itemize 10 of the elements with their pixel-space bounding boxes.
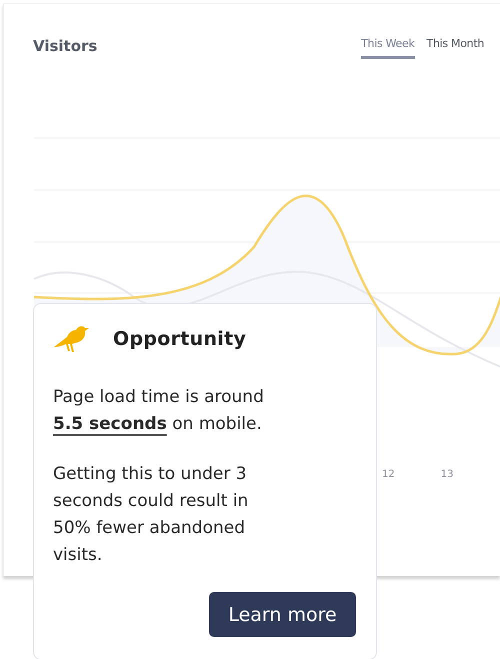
card-paragraph: Getting this to under 3 seconds could result in 50% fewer abandoned visits. (53, 463, 250, 567)
learn-more-button[interactable]: Learn more (209, 592, 356, 637)
period-tab[interactable]: This Month (426, 37, 484, 59)
panel-title: Visitors (33, 37, 98, 55)
period-tab[interactable]: This Week (361, 37, 415, 59)
card-paragraph: Page load time is around 5.5 seconds on mobile. (53, 386, 265, 436)
axis-label: 12 (382, 469, 395, 480)
card-title: Opportunity (113, 328, 246, 350)
bird-icon (53, 324, 89, 354)
axis-label: 13 (440, 469, 454, 480)
